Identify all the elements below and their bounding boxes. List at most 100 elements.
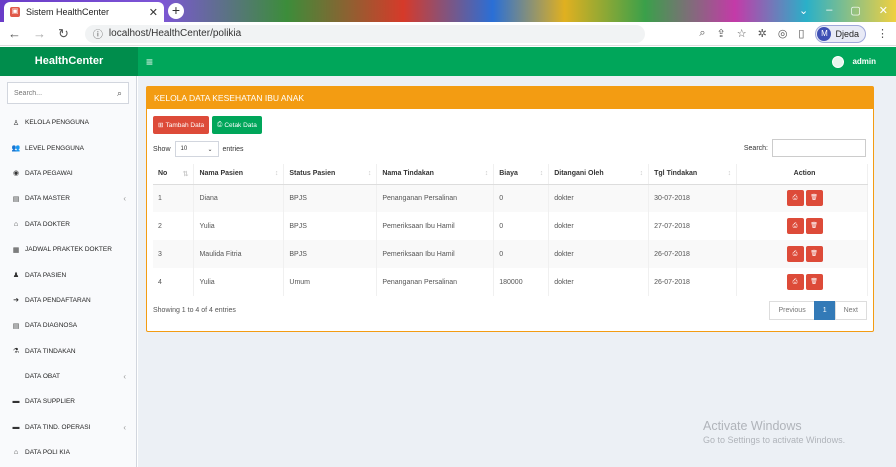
previous-page-button[interactable]: Previous (769, 301, 815, 320)
sidebar-item[interactable]: ▬ DATA SUPPLIER (0, 389, 136, 414)
close-icon[interactable]: ✕ (879, 4, 888, 17)
sidebar-item[interactable]: ◉ DATA PEGAWAI (0, 161, 136, 186)
cell-biaya: 0 (493, 240, 550, 268)
profile-button[interactable]: M Djeda (815, 24, 866, 43)
sidebar-item[interactable]: DATA OBAT ‹ (0, 364, 136, 389)
sidebar-item[interactable]: ♙ KELOLA PENGGUNA (0, 110, 136, 135)
chevron-down-icon[interactable]: ⌄ (799, 4, 808, 17)
sort-icon: ⇅ (182, 171, 189, 179)
page-1-button[interactable]: 1 (813, 301, 836, 320)
search-icon[interactable]: ⌕ (117, 88, 122, 99)
sidebar-item-label: KELOLA PENGGUNA (25, 119, 89, 127)
zoom-icon[interactable]: ⌕ (699, 27, 705, 40)
sort-icon: ↕ (484, 170, 489, 178)
sidebar-item[interactable]: ⌂ DATA DOKTER (0, 212, 136, 237)
sidebar-item[interactable]: ♟ DATA PASIEN (0, 262, 136, 287)
share-icon[interactable]: ⇪ (717, 27, 726, 40)
cell-biaya: 180000 (493, 268, 550, 296)
forward-icon[interactable]: → (33, 26, 46, 41)
column-header[interactable]: Action (736, 164, 868, 185)
column-header[interactable]: No ⇅ (153, 164, 195, 185)
delete-row-button[interactable]: 🗑 (805, 246, 823, 262)
print-row-button[interactable]: ⎙ (786, 246, 804, 262)
delete-row-button[interactable]: 🗑 (805, 190, 823, 207)
cell-biaya: 0 (493, 212, 550, 240)
column-header[interactable]: Biaya ↕ (493, 164, 550, 185)
cell-biaya: 0 (493, 184, 550, 212)
bookmark-star-icon[interactable]: ☆ (737, 27, 747, 40)
back-icon[interactable]: ← (8, 26, 21, 41)
plus-square-icon: ⊞ (158, 122, 164, 129)
column-header[interactable]: Tgl Tindakan ↕ (648, 164, 738, 185)
bed-icon: ▬ (12, 423, 20, 431)
url-field[interactable]: ⓘ localhost/HealthCenter/polikia (84, 24, 645, 43)
column-header-label: No (158, 170, 168, 178)
action-buttons: ⊞ Tambah Data ⎙ Cetak Data (153, 116, 262, 134)
sidebar-item-label: DATA TIND. OPERASI (25, 423, 91, 431)
user-circle-icon: ◉ (12, 170, 20, 178)
tab-close-icon[interactable]: ✕ (149, 6, 158, 19)
print-data-button[interactable]: ⎙ Cetak Data (212, 116, 262, 134)
entries-label: entries (222, 145, 244, 153)
sidepanel-icon[interactable]: ▯ (798, 27, 804, 40)
main-content: KELOLA DATA KESEHATAN IBU ANAK ⊞ Tambah … (138, 76, 896, 467)
print-row-button[interactable]: ⎙ (786, 274, 804, 290)
delete-row-button[interactable]: 🗑 (805, 218, 823, 234)
media-icon[interactable]: ◎ (778, 27, 788, 40)
app-logo[interactable]: HealthCenter (0, 47, 138, 76)
print-row-button[interactable]: ⎙ (786, 190, 804, 207)
column-header[interactable]: Nama Pasien ↕ (193, 164, 285, 185)
reload-icon[interactable]: ↻ (58, 26, 69, 42)
print-row-button[interactable]: ⎙ (786, 218, 804, 234)
sidebar-toggle-icon[interactable]: ≡ (146, 55, 153, 69)
entries-select[interactable]: 10 ⌄ (174, 141, 219, 157)
new-tab-icon[interactable]: + (168, 3, 184, 19)
maximize-icon[interactable]: ▢ (850, 4, 860, 17)
id-card-icon: ▤ (12, 322, 20, 330)
next-page-button[interactable]: Next (834, 301, 867, 320)
extensions-icon[interactable]: ✲ (758, 27, 767, 40)
delete-row-button[interactable]: 🗑 (805, 274, 823, 290)
column-header[interactable]: Status Pasien ↕ (283, 164, 378, 185)
sidebar-item[interactable]: ⌂ DATA POLI KIA (0, 440, 136, 465)
search-input[interactable] (14, 89, 117, 97)
users-icon: 👥 (11, 145, 21, 153)
sidebar-item[interactable]: ▤ DATA DIAGNOSA (0, 313, 136, 338)
print-data-label: Cetak Data (224, 121, 257, 129)
chevron-left-icon: ‹ (123, 422, 126, 432)
data-table: No ⇅ Nama Pasien ↕ Status Pasien ↕ Nama Tindak… (153, 164, 868, 296)
app-header: HealthCenter ≡ admin (0, 47, 896, 76)
cell-action: ⎙ 🗑 (736, 240, 868, 268)
cell-action: ⎙ 🗑 (736, 268, 868, 296)
user-menu[interactable]: admin (832, 55, 876, 68)
entries-length: Show 10 ⌄ entries (153, 141, 244, 157)
sidebar-item[interactable]: ▬ DATA TIND. OPERASI ‹ (0, 415, 136, 440)
column-header[interactable]: Ditangani Oleh ↕ (548, 164, 650, 185)
add-data-button[interactable]: ⊞ Tambah Data (153, 116, 210, 134)
more-menu-icon[interactable]: ⋮ (877, 27, 888, 40)
favicon-icon: ▣ (10, 7, 20, 17)
cell-nama: Yulia (193, 212, 285, 240)
graduation-cap-icon: ⌂ (13, 220, 19, 228)
profile-name: Djeda (835, 28, 859, 39)
cell-tgl: 27-07-2018 (648, 212, 738, 240)
sidebar-item[interactable]: ▤ DATA MASTER ‹ (0, 186, 136, 211)
sidebar-item[interactable]: ▦ JADWAL PRAKTEK DOKTER (0, 237, 136, 262)
cell-action: ⎙ 🗑 (736, 212, 868, 240)
windows-activation-watermark: Activate Windows Go to Settings to activ… (703, 419, 845, 445)
sidebar-item[interactable]: ⚗ DATA TINDAKAN (0, 339, 136, 364)
table-search-input[interactable] (772, 139, 866, 157)
sidebar-item[interactable]: ➜ DATA PENDAFTARAN (0, 288, 136, 313)
minimize-icon[interactable]: – (826, 4, 832, 17)
browser-tab[interactable]: ▣ Sistem HealthCenter ✕ (4, 2, 164, 22)
table-info: Showing 1 to 4 of 4 entries (153, 307, 236, 314)
sort-icon: ↕ (367, 170, 372, 178)
sort-icon: ↕ (274, 170, 279, 178)
bed-icon: ▬ (12, 398, 20, 406)
column-header[interactable]: Nama Tindakan ↕ (376, 164, 495, 185)
info-icon[interactable]: ⓘ (93, 26, 103, 41)
sidebar-item[interactable]: 👥 LEVEL PENGGUNA (0, 135, 136, 160)
cell-tindakan: Pemeriksaan Ibu Hamil (376, 212, 495, 240)
sort-icon: ↕ (727, 170, 732, 178)
sidebar-item-label: DATA PENDAFTARAN (25, 296, 91, 304)
